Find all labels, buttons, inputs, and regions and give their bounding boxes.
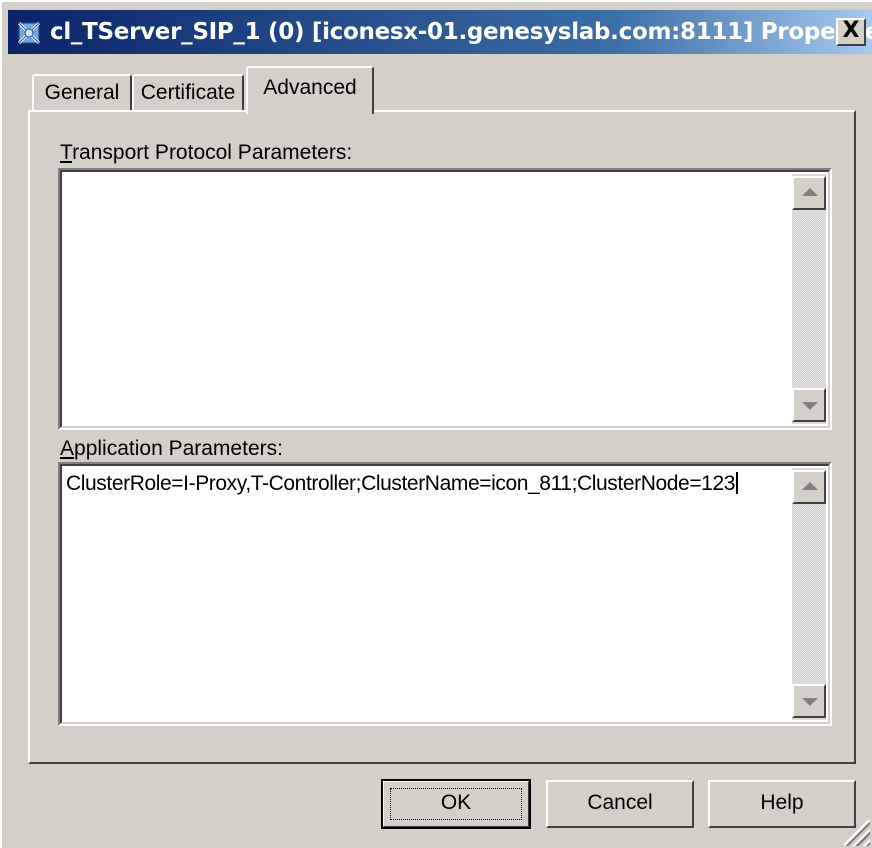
app-params-scrollbar[interactable] — [792, 468, 826, 720]
app-params-value: ClusterRole=I-Proxy,T-Controller;Cluster… — [66, 472, 739, 496]
help-label: Help — [760, 791, 804, 814]
cancel-button[interactable]: Cancel — [546, 780, 694, 828]
scroll-down-button[interactable] — [792, 684, 826, 718]
close-icon: X — [842, 18, 860, 43]
cancel-label: Cancel — [587, 791, 653, 814]
transport-params-scrollbar[interactable] — [792, 174, 826, 424]
scroll-up-button[interactable] — [792, 176, 826, 210]
text-caret — [736, 472, 739, 494]
application-server-icon — [17, 21, 41, 45]
transport-params-label: Transport Protocol Parameters: — [60, 141, 353, 164]
scroll-down-button[interactable] — [792, 388, 826, 422]
title-bar[interactable]: cl_TServer_SIP_1 (0) [iconesx-01.genesys… — [8, 10, 872, 54]
tab-label: Certificate — [140, 81, 236, 104]
tab-label: Advanced — [263, 76, 357, 99]
ok-button[interactable]: OK — [381, 779, 531, 829]
help-button[interactable]: Help — [708, 780, 856, 828]
tab-joint — [248, 108, 372, 116]
scroll-up-button[interactable] — [792, 470, 826, 504]
tab-label: General — [44, 81, 120, 104]
tab-general[interactable]: General — [32, 74, 132, 112]
tab-advanced[interactable]: Advanced — [246, 66, 374, 114]
tab-certificate[interactable]: Certificate — [132, 74, 244, 112]
resize-grip[interactable] — [844, 820, 870, 846]
app-params-label: Application Parameters: — [60, 437, 283, 460]
app-params-textarea[interactable]: ClusterRole=I-Proxy,T-Controller;Cluster… — [58, 462, 832, 726]
close-button[interactable]: X — [836, 18, 866, 46]
properties-dialog: cl_TServer_SIP_1 (0) [iconesx-01.genesys… — [0, 0, 872, 848]
transport-params-textarea[interactable] — [58, 168, 832, 430]
window-title: cl_TServer_SIP_1 (0) [iconesx-01.genesys… — [50, 19, 872, 45]
focus-rect — [390, 788, 522, 820]
